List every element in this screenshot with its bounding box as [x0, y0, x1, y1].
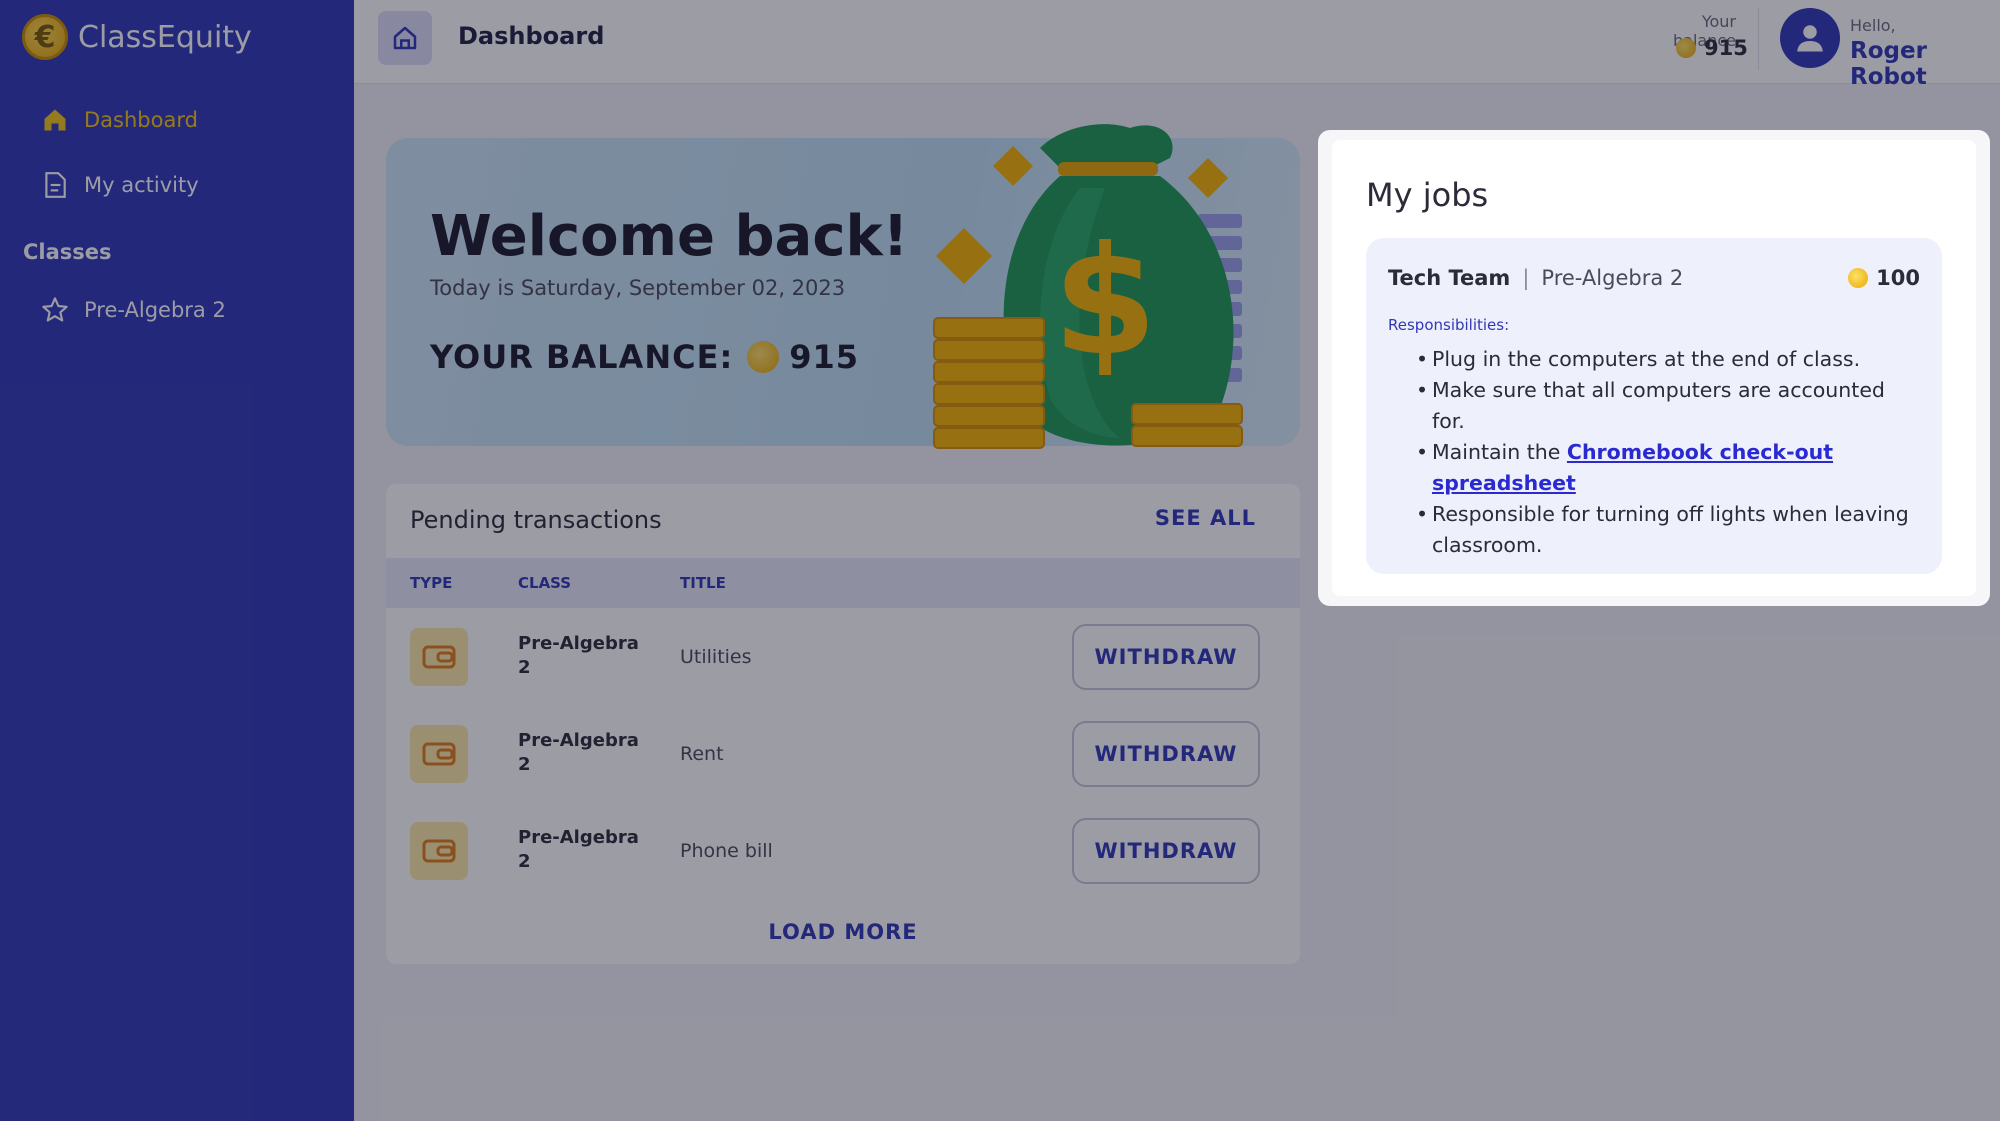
responsibilities-list: Plug in the computers at the end of clas…: [1416, 344, 1918, 561]
highlight-frame: My jobs Tech Team | Pre-Algebra 2 100 Re…: [1318, 130, 1990, 606]
my-jobs-panel: My jobs Tech Team | Pre-Algebra 2 100 Re…: [1332, 140, 1976, 596]
responsibility-item: Make sure that all computers are account…: [1416, 375, 1918, 437]
job-pay-amount: 100: [1876, 266, 1920, 290]
job-pay: 100: [1848, 266, 1920, 290]
responsibility-item: Responsible for turning off lights when …: [1416, 499, 1918, 561]
job-header: Tech Team | Pre-Algebra 2: [1388, 266, 1683, 290]
job-card[interactable]: Tech Team | Pre-Algebra 2 100 Responsibi…: [1366, 238, 1942, 574]
job-class: Pre-Algebra 2: [1541, 266, 1684, 290]
responsibilities-label: Responsibilities:: [1388, 316, 1510, 334]
responsibility-link-prefix: Maintain the: [1432, 440, 1561, 464]
coin-icon: [1848, 268, 1869, 288]
responsibility-item: Maintain the Chromebook check-out spread…: [1416, 437, 1918, 499]
responsibility-item: Plug in the computers at the end of clas…: [1416, 344, 1918, 375]
job-name: Tech Team: [1388, 266, 1511, 290]
job-separator: |: [1522, 266, 1530, 290]
my-jobs-title: My jobs: [1366, 176, 1489, 214]
